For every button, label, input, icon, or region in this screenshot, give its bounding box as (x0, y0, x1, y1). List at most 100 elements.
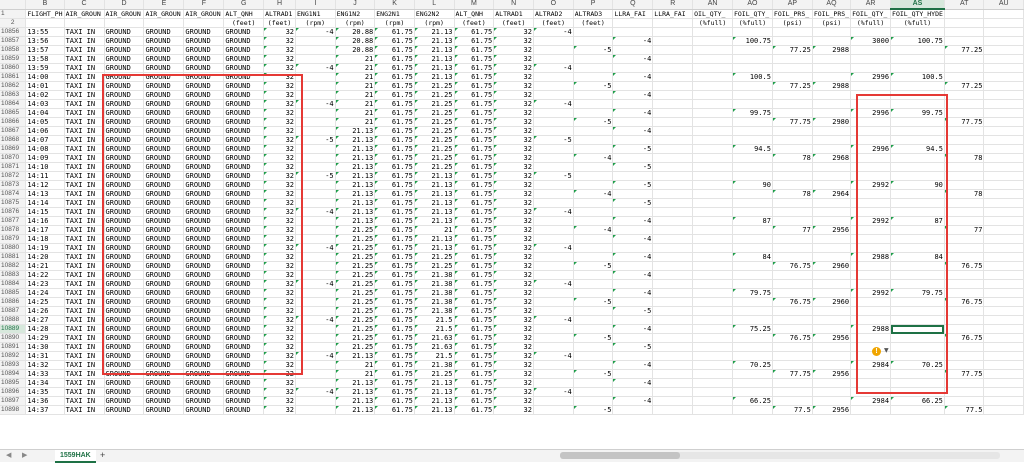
warning-dropdown-icon[interactable]: ▼ (884, 347, 889, 354)
unit-header-cell[interactable] (104, 18, 145, 28)
cell[interactable] (533, 90, 574, 100)
cell[interactable] (732, 99, 773, 109)
cell[interactable] (732, 378, 773, 388)
cell[interactable]: 14:31 (25, 351, 65, 361)
cell[interactable] (692, 162, 733, 172)
cell[interactable] (732, 54, 773, 64)
cell[interactable]: 61.75 (374, 279, 415, 289)
cell[interactable] (652, 225, 694, 235)
cell[interactable]: GROUND (143, 81, 185, 91)
cell[interactable] (692, 27, 733, 37)
row-header[interactable]: 10874 (0, 189, 27, 199)
cell[interactable]: 32 (263, 324, 297, 334)
cell[interactable] (573, 207, 614, 217)
cell[interactable]: GROUND (223, 225, 265, 235)
cell[interactable] (890, 261, 945, 271)
cell[interactable]: 61.75 (374, 36, 415, 46)
cell[interactable]: 21.13 (335, 171, 376, 181)
cell[interactable] (812, 216, 852, 226)
cell[interactable]: GROUND (143, 297, 185, 307)
cell[interactable]: -4 (612, 126, 654, 136)
cell[interactable]: GROUND (223, 144, 265, 154)
cell[interactable] (772, 279, 813, 289)
cell[interactable] (850, 225, 892, 235)
cell[interactable]: -5 (612, 198, 654, 208)
cell[interactable]: 14:19 (25, 243, 65, 253)
cell[interactable]: 61.75 (454, 369, 495, 379)
cell[interactable]: 87 (732, 216, 773, 226)
cell[interactable]: 99.75 (890, 108, 945, 118)
cell[interactable] (944, 396, 985, 406)
cell[interactable]: 21 (414, 225, 455, 235)
cell[interactable] (612, 261, 654, 271)
cell[interactable]: 32 (263, 315, 297, 325)
cell[interactable] (652, 378, 694, 388)
cell[interactable] (573, 36, 614, 46)
cell[interactable] (533, 252, 574, 262)
cell[interactable]: -4 (612, 288, 654, 298)
cell[interactable] (573, 99, 614, 109)
cell[interactable]: 21.38 (414, 279, 455, 289)
cell[interactable]: 14:24 (25, 288, 65, 298)
cell[interactable] (850, 306, 892, 316)
cell[interactable] (944, 54, 985, 64)
cell[interactable] (732, 189, 773, 199)
cell[interactable] (944, 144, 985, 154)
cell[interactable] (732, 333, 773, 343)
field-header-cell[interactable]: FOIL_PRS_ (772, 9, 813, 19)
cell[interactable]: 21.13 (414, 72, 455, 82)
cell[interactable] (533, 198, 574, 208)
cell[interactable]: GROUND (104, 198, 145, 208)
cell[interactable]: GROUND (223, 162, 265, 172)
cell[interactable] (612, 225, 654, 235)
cell[interactable]: 21.25 (335, 324, 376, 334)
cell[interactable] (944, 162, 985, 172)
cell[interactable] (812, 99, 852, 109)
cell[interactable]: GROUND (104, 153, 145, 163)
row-header[interactable]: 10858 (0, 45, 27, 55)
field-header-cell[interactable] (983, 9, 1024, 19)
cell[interactable] (692, 207, 733, 217)
cell[interactable]: 14:01 (25, 81, 65, 91)
cell[interactable] (652, 216, 694, 226)
cell[interactable]: 32 (493, 90, 534, 100)
cell[interactable] (533, 288, 574, 298)
cell[interactable] (732, 117, 773, 127)
cell[interactable] (850, 279, 892, 289)
cell[interactable]: 61.75 (454, 126, 495, 136)
cell[interactable]: 21.25 (414, 144, 455, 154)
cell[interactable] (652, 162, 694, 172)
cell[interactable] (850, 90, 892, 100)
cell[interactable]: GROUND (223, 54, 265, 64)
cell[interactable]: 32 (493, 270, 534, 280)
cell[interactable]: 32 (493, 207, 534, 217)
cell[interactable]: GROUND (223, 27, 265, 37)
cell[interactable]: 78 (944, 153, 985, 163)
cell[interactable] (573, 288, 614, 298)
cell[interactable]: 21.25 (335, 234, 376, 244)
cell[interactable]: GROUND (223, 36, 265, 46)
cell[interactable] (652, 36, 694, 46)
cell[interactable]: GROUND (223, 216, 265, 226)
cell[interactable]: GROUND (223, 288, 265, 298)
cell[interactable]: -5 (573, 261, 614, 271)
cell[interactable]: 61.75 (374, 27, 415, 37)
cell[interactable]: TAXI IN (64, 378, 105, 388)
cell[interactable]: TAXI IN (64, 126, 105, 136)
cell[interactable]: -4 (612, 324, 654, 334)
cell[interactable]: 61.75 (374, 198, 415, 208)
unit-header-cell[interactable]: (feet) (263, 18, 297, 28)
cell[interactable]: GROUND (183, 171, 225, 181)
cell[interactable]: TAXI IN (64, 252, 105, 262)
cell[interactable]: -5 (573, 81, 614, 91)
cell[interactable]: 77.25 (944, 81, 985, 91)
cell[interactable]: TAXI IN (64, 135, 105, 145)
row-header[interactable]: 10861 (0, 72, 27, 82)
cell[interactable] (533, 81, 574, 91)
cell[interactable] (295, 153, 336, 163)
cell[interactable]: 14:34 (25, 378, 65, 388)
cell[interactable]: GROUND (223, 324, 265, 334)
cell[interactable] (295, 288, 336, 298)
cell[interactable]: 14:12 (25, 180, 65, 190)
cell[interactable]: -4 (295, 27, 336, 37)
